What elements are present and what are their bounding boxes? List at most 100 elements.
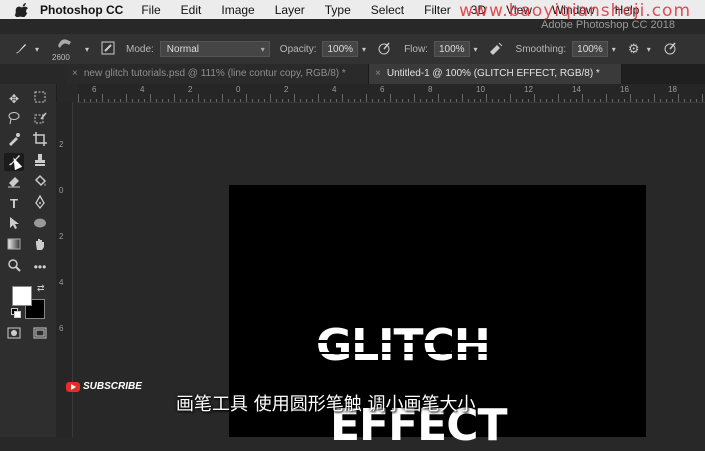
chevron-down-icon[interactable]: ▾ — [82, 45, 92, 54]
options-bar: ▾ 2600 ▾ Mode: Normal ▾ Opacity: 100% ▾ … — [0, 34, 705, 64]
menu-select[interactable]: Select — [371, 3, 404, 17]
ruler-tick — [246, 94, 247, 102]
pressure-opacity-icon[interactable] — [374, 41, 394, 58]
ruler-tick — [144, 99, 145, 102]
ruler-tick — [348, 99, 349, 102]
move-tool[interactable]: ✥ — [4, 90, 24, 108]
ruler-tick — [282, 99, 283, 102]
ruler-tick — [600, 99, 601, 102]
smoothing-input[interactable]: 100% — [572, 41, 608, 57]
ruler-tick — [648, 99, 649, 102]
ruler-tick — [612, 99, 613, 102]
ruler-tick — [270, 94, 271, 102]
screen-mode-icon[interactable] — [30, 326, 50, 344]
pen-tool[interactable] — [30, 194, 50, 213]
opacity-input[interactable]: 100% — [322, 41, 359, 57]
ruler-tick — [228, 99, 229, 102]
quick-selection-tool[interactable] — [30, 111, 50, 129]
foreground-color-swatch[interactable] — [12, 286, 32, 306]
menu-edit[interactable]: Edit — [181, 3, 202, 17]
horizontal-ruler: 6 4 2 0 2 4 6 8 10 12 14 16 18 — [78, 84, 705, 103]
window-title: Adobe Photoshop CC 2018 — [541, 19, 675, 31]
ruler-tick — [132, 99, 133, 102]
menu-filter[interactable]: Filter — [424, 3, 451, 17]
crop-tool[interactable] — [30, 132, 50, 150]
ruler-tick — [552, 99, 553, 102]
ruler-tick — [366, 94, 367, 102]
zoom-tool[interactable] — [4, 258, 24, 276]
chevron-down-icon[interactable]: ▾ — [608, 45, 620, 54]
ruler-tick — [150, 94, 151, 102]
ruler-label: 6 — [380, 85, 385, 94]
ruler-tick — [690, 99, 691, 102]
eraser-tool[interactable] — [4, 174, 24, 192]
tab-label: new glitch tutorials.psd @ 111% (line co… — [83, 68, 346, 79]
type-tool[interactable]: T — [4, 195, 24, 213]
swap-colors-icon[interactable]: ⇄ — [37, 283, 45, 294]
apple-menu-icon[interactable] — [14, 2, 28, 17]
airbrush-icon[interactable] — [486, 41, 506, 58]
ruler-tick — [474, 99, 475, 102]
clone-stamp-tool[interactable] — [30, 153, 50, 171]
ruler-tick — [672, 99, 673, 102]
brush-settings-panel-icon[interactable] — [98, 41, 118, 58]
chevron-down-icon[interactable]: ▾ — [32, 45, 42, 54]
close-icon[interactable]: × — [72, 68, 78, 79]
tab-untitled-1[interactable]: × Untitled-1 @ 100% (GLITCH EFFECT, RGB/8… — [369, 64, 622, 84]
ruler-label: 0 — [59, 186, 64, 195]
hand-tool[interactable] — [30, 237, 50, 255]
ruler-tick — [450, 99, 451, 102]
ruler-tick — [336, 99, 337, 102]
ruler-tick — [324, 99, 325, 102]
chevron-down-icon[interactable]: ▾ — [470, 45, 482, 54]
ruler-label: 2 — [284, 85, 289, 94]
chevron-down-icon[interactable]: ▾ — [644, 45, 654, 54]
tools-panel: ✥ T ••• ⇄ — [0, 84, 57, 437]
ruler-tick — [390, 94, 391, 102]
more-tools-icon[interactable]: ••• — [30, 258, 50, 276]
flow-input[interactable]: 100% — [433, 41, 470, 57]
brush-size-preview[interactable]: 2600 — [52, 36, 82, 62]
ruler-tick — [384, 99, 385, 102]
paint-bucket-tool[interactable] — [30, 174, 50, 192]
ruler-tick — [420, 99, 421, 102]
mode-select[interactable]: Normal ▾ — [159, 41, 270, 57]
ruler-tick — [240, 99, 241, 102]
brush-tool-preset-icon[interactable] — [10, 40, 32, 59]
ruler-tick — [534, 94, 535, 102]
tab-glitch-tutorials[interactable]: × new glitch tutorials.psd @ 111% (line c… — [66, 64, 369, 84]
ruler-tick — [360, 99, 361, 102]
ruler-tick — [162, 99, 163, 102]
ruler-tick — [138, 99, 139, 102]
ruler-tick — [192, 99, 193, 102]
glitch-slice — [310, 340, 550, 343]
subscribe-badge[interactable]: SUBSCRIBE — [66, 381, 142, 392]
menu-layer[interactable]: Layer — [275, 3, 305, 17]
marquee-tool[interactable] — [30, 90, 50, 108]
ruler-tick — [264, 99, 265, 102]
chevron-down-icon[interactable]: ▾ — [358, 45, 370, 54]
menu-file[interactable]: File — [141, 3, 160, 17]
ruler-label: 10 — [476, 85, 485, 94]
gradient-tool[interactable] — [4, 237, 24, 255]
ruler-tick — [678, 94, 679, 102]
close-icon[interactable]: × — [375, 68, 381, 79]
ruler-tick — [540, 99, 541, 102]
ellipse-tool[interactable] — [30, 216, 50, 234]
smoothing-label: Smoothing: — [515, 43, 567, 55]
pressure-size-icon[interactable] — [660, 41, 680, 58]
path-selection-tool[interactable] — [4, 216, 24, 234]
ruler-tick — [330, 99, 331, 102]
quick-mask-icon[interactable] — [4, 326, 24, 344]
eyedropper-tool[interactable] — [4, 132, 24, 150]
lasso-tool[interactable] — [4, 111, 24, 129]
app-menu[interactable]: Photoshop CC — [40, 3, 123, 17]
default-colors-icon[interactable] — [11, 308, 21, 318]
menu-image[interactable]: Image — [221, 3, 254, 17]
glitch-text-line-1: GLITCH — [316, 320, 491, 371]
menu-type[interactable]: Type — [325, 3, 351, 17]
gear-icon[interactable]: ⚙ — [624, 41, 644, 57]
ruler-tick — [96, 99, 97, 102]
chevron-down-icon: ▾ — [260, 45, 265, 54]
ruler-tick — [354, 99, 355, 102]
